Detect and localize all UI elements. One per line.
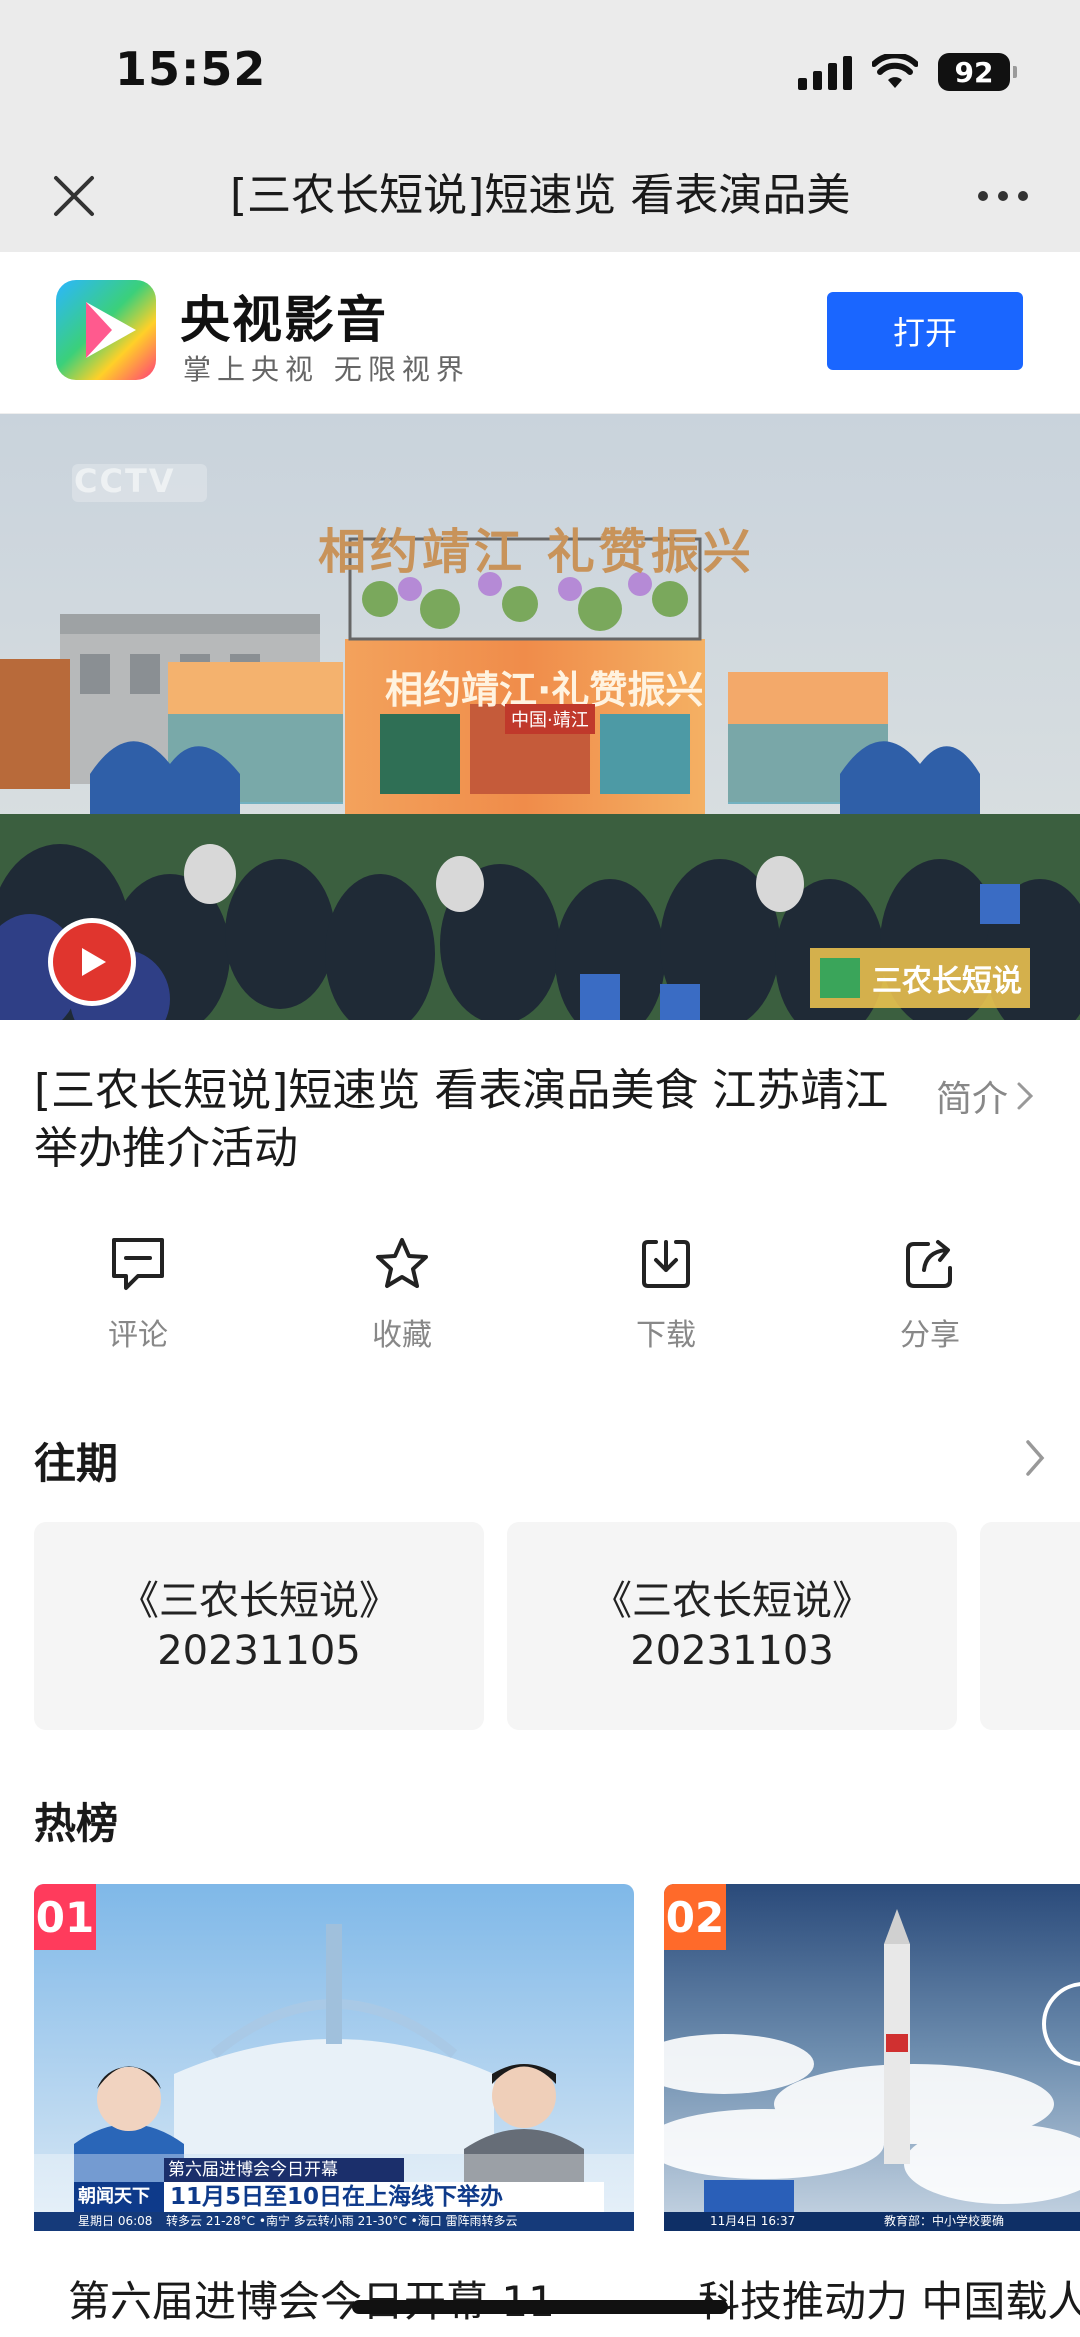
download-label: 下载 [636, 1318, 696, 1353]
hot-thumbnail: 11月4日 16:37 教育部：中小学校要确 02 [664, 1884, 1080, 2231]
hot-thumbnail: 第六届进博会今日开幕 11月5日至10日在上海线下举办 朝闻天下 星期日 06:… [34, 1884, 634, 2231]
app-slogan: 掌上央视 无限视界 [183, 353, 470, 386]
battery-icon: 92 [938, 53, 1017, 91]
hot-item[interactable]: 第六届进博会今日开幕 11月5日至10日在上海线下举办 朝闻天下 星期日 06:… [34, 1884, 634, 2337]
favorite-button[interactable]: 收藏 [322, 1232, 482, 1354]
status-icons: 92 [798, 50, 1017, 94]
chevron-right-icon [1026, 1440, 1045, 1476]
news-show-name: 朝闻天下 [78, 2186, 150, 2207]
app-logo-icon [56, 280, 156, 380]
video-headline: 相约靖江 礼赞振兴 [318, 524, 755, 580]
news-ticker-main: 11月5日至10日在上海线下举办 [170, 2184, 504, 2210]
episode-date: 20231105 [157, 1628, 361, 1674]
episode-card[interactable]: 《三农长短说》 20231103 [507, 1522, 957, 1730]
program-badge: 三农长短说 [810, 948, 1030, 1008]
hot-section-title: 热榜 [34, 1799, 119, 1848]
share-label: 分享 [900, 1318, 960, 1353]
comment-label: 评论 [108, 1318, 168, 1353]
video-player[interactable]: CCTV 相约靖江 礼赞振兴 相约靖江·礼赞振兴 中国·靖江 三农长短说 [0, 414, 1080, 1020]
battery-level: 92 [954, 55, 994, 89]
intro-link[interactable]: 简介 [936, 1070, 1034, 1122]
video-watermark: CCTV [74, 462, 176, 500]
favorite-label: 收藏 [372, 1318, 432, 1353]
signal-icon [798, 54, 852, 90]
download-icon [634, 1232, 698, 1296]
nav-bar: [三农长短说]短速览 看表演品美 [0, 140, 1080, 252]
wifi-icon [872, 54, 918, 88]
episode-card-partial[interactable] [980, 1522, 1080, 1730]
share-button[interactable]: 分享 [850, 1232, 1010, 1354]
rank-badge: 02 [664, 1884, 726, 1950]
status-bar: 15:52 92 [0, 0, 1080, 140]
news-bottom-scroll: 转多云 21-28°C •南宁 多云转小雨 21-30°C •海口 雷阵雨转多云 [166, 2214, 518, 2228]
episode-date: 20231103 [630, 1628, 834, 1674]
comment-button[interactable]: 评论 [58, 1232, 218, 1354]
download-button[interactable]: 下载 [586, 1232, 746, 1354]
hot-item-caption: 科技推动力 中国载人 [698, 2277, 1080, 2326]
news-bottom-left: 11月4日 16:37 [710, 2214, 796, 2228]
close-icon[interactable] [42, 164, 106, 228]
episode-title: 《三农长短说》 [592, 1578, 872, 1624]
play-logo-icon[interactable] [48, 918, 136, 1006]
video-title: [三农长短说]短速览 看表演品美食 江苏靖江举办推介活动 [34, 1065, 889, 1174]
episode-title: 《三农长短说》 [119, 1578, 399, 1624]
open-app-button[interactable]: 打开 [827, 292, 1023, 370]
hot-item-caption: 第六届进博会今日开幕 11 [68, 2277, 555, 2326]
episode-card[interactable]: 《三农长短说》 20231105 [34, 1522, 484, 1730]
news-ticker-top: 第六届进博会今日开幕 [168, 2160, 338, 2180]
star-icon [370, 1232, 434, 1296]
past-more-button[interactable] [1024, 1438, 1046, 1482]
more-icon[interactable] [968, 164, 1038, 228]
app-name: 央视影音 [180, 291, 388, 349]
past-section-title: 往期 [34, 1439, 119, 1488]
intro-label: 简介 [936, 1079, 1009, 1120]
share-icon [898, 1232, 962, 1296]
home-indicator[interactable] [352, 2300, 728, 2314]
program-badge-text: 三农长短说 [872, 964, 1022, 999]
program-badge-icon [820, 958, 860, 998]
action-bar: 评论 收藏 下载 分享 [0, 1232, 1080, 1362]
rank-badge: 01 [34, 1884, 96, 1950]
hot-item[interactable]: 11月4日 16:37 教育部：中小学校要确 02 科技推动力 中国载人 [664, 1884, 1080, 2337]
status-time: 15:52 [115, 42, 267, 96]
nav-title: [三农长短说]短速览 看表演品美 [230, 170, 851, 221]
comment-icon [106, 1232, 170, 1296]
news-bottom-left: 星期日 06:08 [78, 2214, 153, 2228]
news-bottom-scroll: 教育部：中小学校要确 [884, 2214, 1005, 2228]
app-banner: 央视影音 掌上央视 无限视界 打开 [0, 252, 1080, 414]
chevron-right-icon [1017, 1082, 1034, 1110]
video-stage-sub: 中国·靖江 [505, 704, 595, 734]
